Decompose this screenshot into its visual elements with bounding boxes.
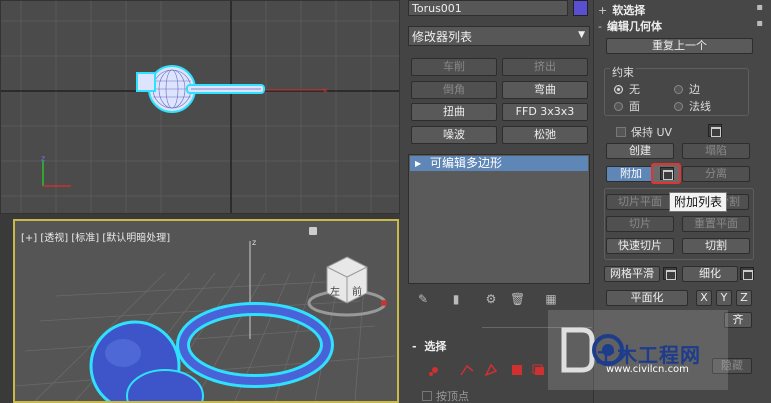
viewport-view-menu[interactable]: [透视] <box>40 233 68 244</box>
torus-top-shape <box>136 65 265 113</box>
viewport-standard-menu[interactable]: [标准] <box>71 233 99 244</box>
viewport-plus-menu[interactable]: [+] <box>21 233 37 244</box>
viewport-left-strip <box>0 214 13 403</box>
svg-text:×: × <box>322 86 329 95</box>
planar-z-button[interactable]: Z <box>736 290 752 306</box>
pin-stack-icon[interactable]: ✎ <box>416 292 430 306</box>
modifier-list-dropdown[interactable]: 修改器列表 ▼ <box>408 26 590 46</box>
radio-dot[interactable] <box>614 102 623 111</box>
meshsmooth-button[interactable]: 网格平滑 <box>604 266 660 282</box>
by-vertex-label: 按顶点 <box>436 390 469 403</box>
detach-button[interactable]: 分离 <box>682 166 750 182</box>
stack-item-editable-poly[interactable]: ▶ 可编辑多边形 <box>410 156 588 171</box>
viewport-shading-menu[interactable]: [默认明暗处理] <box>102 233 170 244</box>
by-vertex-checkbox[interactable]: 按顶点 <box>422 388 469 403</box>
tessellate-button[interactable]: 细化 <box>682 266 738 282</box>
tessellate-settings-icon[interactable] <box>740 267 754 280</box>
bevel-button[interactable]: 倒角 <box>411 81 497 99</box>
top-viewport-canvas: × z <box>1 1 399 213</box>
configure-sets-icon[interactable]: ▦ <box>544 292 558 306</box>
extrude-button[interactable]: 挤出 <box>502 58 588 76</box>
constraint-none-radio[interactable]: 无 <box>614 81 640 97</box>
planar-x-button[interactable]: X <box>696 290 712 306</box>
preserve-uv-checkbox[interactable]: 保持 UV <box>616 124 672 140</box>
modifier-list-label: 修改器列表 <box>412 30 473 44</box>
edge-select-icon[interactable] <box>460 363 474 377</box>
preserve-uv-label: 保持 UV <box>631 126 673 139</box>
rollout-sign: - <box>598 20 602 33</box>
viewcube-front-face[interactable]: 前 <box>352 283 362 298</box>
lathe-button[interactable]: 车削 <box>411 58 497 76</box>
create-button[interactable]: 创建 <box>606 143 674 159</box>
radio-dot[interactable] <box>674 85 683 94</box>
stack-item-label: 可编辑多边形 <box>430 156 503 170</box>
constraints-title: 约束 <box>610 64 636 80</box>
element-select-icon[interactable] <box>532 363 546 377</box>
viewport-label-bar[interactable]: [+] [透视] [标准] [默认明暗处理] <box>21 229 170 244</box>
make-unique-icon[interactable]: ⚙ <box>484 292 498 306</box>
watermark-url: www.civilcn.com <box>606 364 689 375</box>
checkbox-box[interactable] <box>422 391 432 401</box>
align-button[interactable]: 齐 <box>724 312 752 328</box>
planar-y-button[interactable]: Y <box>716 290 732 306</box>
selection-rollout-title: 选择 <box>424 340 447 353</box>
soft-selection-rollout-header[interactable]: + 软选择 <box>598 2 645 18</box>
rollout-dot-icon: ▪ <box>756 18 763 29</box>
ffd-button[interactable]: FFD 3x3x3 <box>502 103 588 121</box>
radio-dot[interactable] <box>674 102 683 111</box>
viewcube-left-face[interactable]: 左 <box>330 283 340 298</box>
rollout-sign: + <box>598 4 608 17</box>
modifier-stack[interactable]: ▶ 可编辑多边形 <box>408 154 590 284</box>
constraint-edge-radio[interactable]: 边 <box>674 81 700 97</box>
svg-text:z: z <box>41 154 45 163</box>
vertex-select-icon[interactable] <box>428 363 442 377</box>
make-planar-button[interactable]: 平面化 <box>606 290 688 306</box>
repeat-last-button[interactable]: 重复上一个 <box>606 38 753 54</box>
object-color-swatch[interactable] <box>573 0 588 16</box>
edit-geometry-title: 编辑几何体 <box>606 20 662 33</box>
edit-geometry-rollout-header[interactable]: - 编辑几何体 <box>598 18 662 34</box>
attach-list-button[interactable] <box>651 163 681 184</box>
rollout-dot-icon: ▪ <box>756 2 763 13</box>
chevron-down-icon: ▼ <box>578 30 585 40</box>
border-select-icon[interactable] <box>484 363 498 377</box>
constraint-face-label: 面 <box>629 100 640 113</box>
expand-triangle-icon[interactable]: ▶ <box>415 156 421 171</box>
meshsmooth-settings-icon[interactable] <box>663 267 677 280</box>
object-name-field[interactable]: Torus001 <box>408 0 568 16</box>
attach-button[interactable]: 附加 <box>606 166 656 182</box>
constraint-edge-label: 边 <box>689 83 700 96</box>
bend-button[interactable]: 弯曲 <box>502 81 588 99</box>
rollout-sign: - <box>412 340 417 353</box>
viewcube-icon <box>307 256 387 317</box>
preserve-uv-settings-icon[interactable] <box>708 124 722 137</box>
noise-button[interactable]: 噪波 <box>411 126 497 144</box>
constraint-none-label: 无 <box>629 83 640 96</box>
lock-icon[interactable] <box>309 227 317 235</box>
attach-list-icon <box>660 167 674 180</box>
viewcube[interactable]: 左 前 <box>307 251 387 321</box>
perspective-viewport[interactable]: z [+] [透视] [标准] [默认明暗处理] 左 前 <box>13 219 399 403</box>
soft-selection-title: 软选择 <box>612 4 646 17</box>
torus-object <box>176 302 334 388</box>
attach-list-tooltip: 附加列表 <box>669 192 728 212</box>
checkbox-box[interactable] <box>616 127 626 137</box>
polygon-select-icon[interactable] <box>510 363 524 377</box>
radio-dot[interactable] <box>614 85 623 94</box>
constraint-normal-label: 法线 <box>689 100 711 113</box>
constraint-normal-radio[interactable]: 法线 <box>674 98 711 114</box>
remove-modifier-icon[interactable]: 🗑 <box>510 292 525 306</box>
constraint-face-radio[interactable]: 面 <box>614 98 640 114</box>
relax-button[interactable]: 松弛 <box>502 126 588 144</box>
collapse-button[interactable]: 塌陷 <box>682 143 750 159</box>
show-end-result-icon[interactable]: ▮ <box>449 292 463 306</box>
top-viewport[interactable]: × z <box>0 0 400 214</box>
svg-text:z: z <box>252 238 256 247</box>
twist-button[interactable]: 扭曲 <box>411 103 497 121</box>
